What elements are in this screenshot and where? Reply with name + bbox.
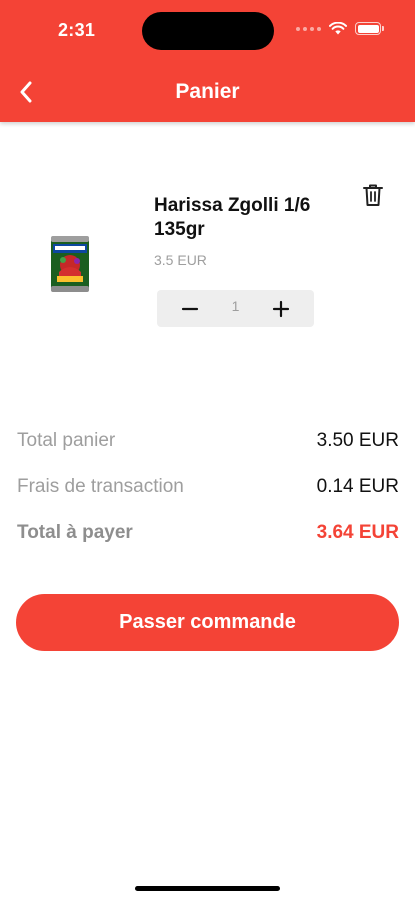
decrease-quantity-button[interactable] [173, 292, 207, 326]
product-name[interactable]: Harissa Zgolli 1/6 135gr [154, 194, 354, 242]
quantity-stepper: 1 [157, 290, 314, 327]
app-header: 2:31 Panier [0, 0, 415, 122]
summary-label: Total à payer [17, 522, 133, 543]
delete-item-button[interactable] [360, 182, 386, 208]
summary-value: 3.64 EUR [316, 522, 399, 543]
plus-icon [272, 300, 290, 317]
product-image[interactable] [45, 232, 95, 294]
home-indicator [135, 886, 280, 891]
summary-row-transaction-fee: Frais de transaction 0.14 EUR [17, 464, 399, 510]
trash-icon [363, 184, 383, 206]
summary-label: Frais de transaction [17, 476, 184, 497]
place-order-button[interactable]: Passer commande [16, 594, 399, 651]
battery-icon [355, 22, 384, 35]
page-title: Panier [175, 80, 240, 103]
summary-row-cart-total: Total panier 3.50 EUR [17, 418, 399, 464]
quantity-value: 1 [231, 297, 240, 314]
wifi-icon [329, 22, 347, 35]
signal-dots-icon [296, 26, 321, 31]
summary-value: 3.50 EUR [316, 430, 399, 451]
status-time: 2:31 [58, 20, 96, 40]
summary-value: 0.14 EUR [316, 476, 399, 497]
summary-row-amount-due: Total à payer 3.64 EUR [17, 510, 399, 556]
minus-icon [181, 307, 199, 310]
status-icons [296, 22, 384, 35]
cart-screen: 2:31 Panier Harissa Zgolli 1/6 135gr 3.5… [0, 0, 415, 900]
increase-quantity-button[interactable] [264, 292, 298, 326]
product-price: 3.5 EUR [154, 252, 207, 268]
order-summary: Total panier 3.50 EUR Frais de transacti… [17, 418, 399, 556]
camera-notch [142, 12, 274, 50]
summary-label: Total panier [17, 430, 116, 451]
